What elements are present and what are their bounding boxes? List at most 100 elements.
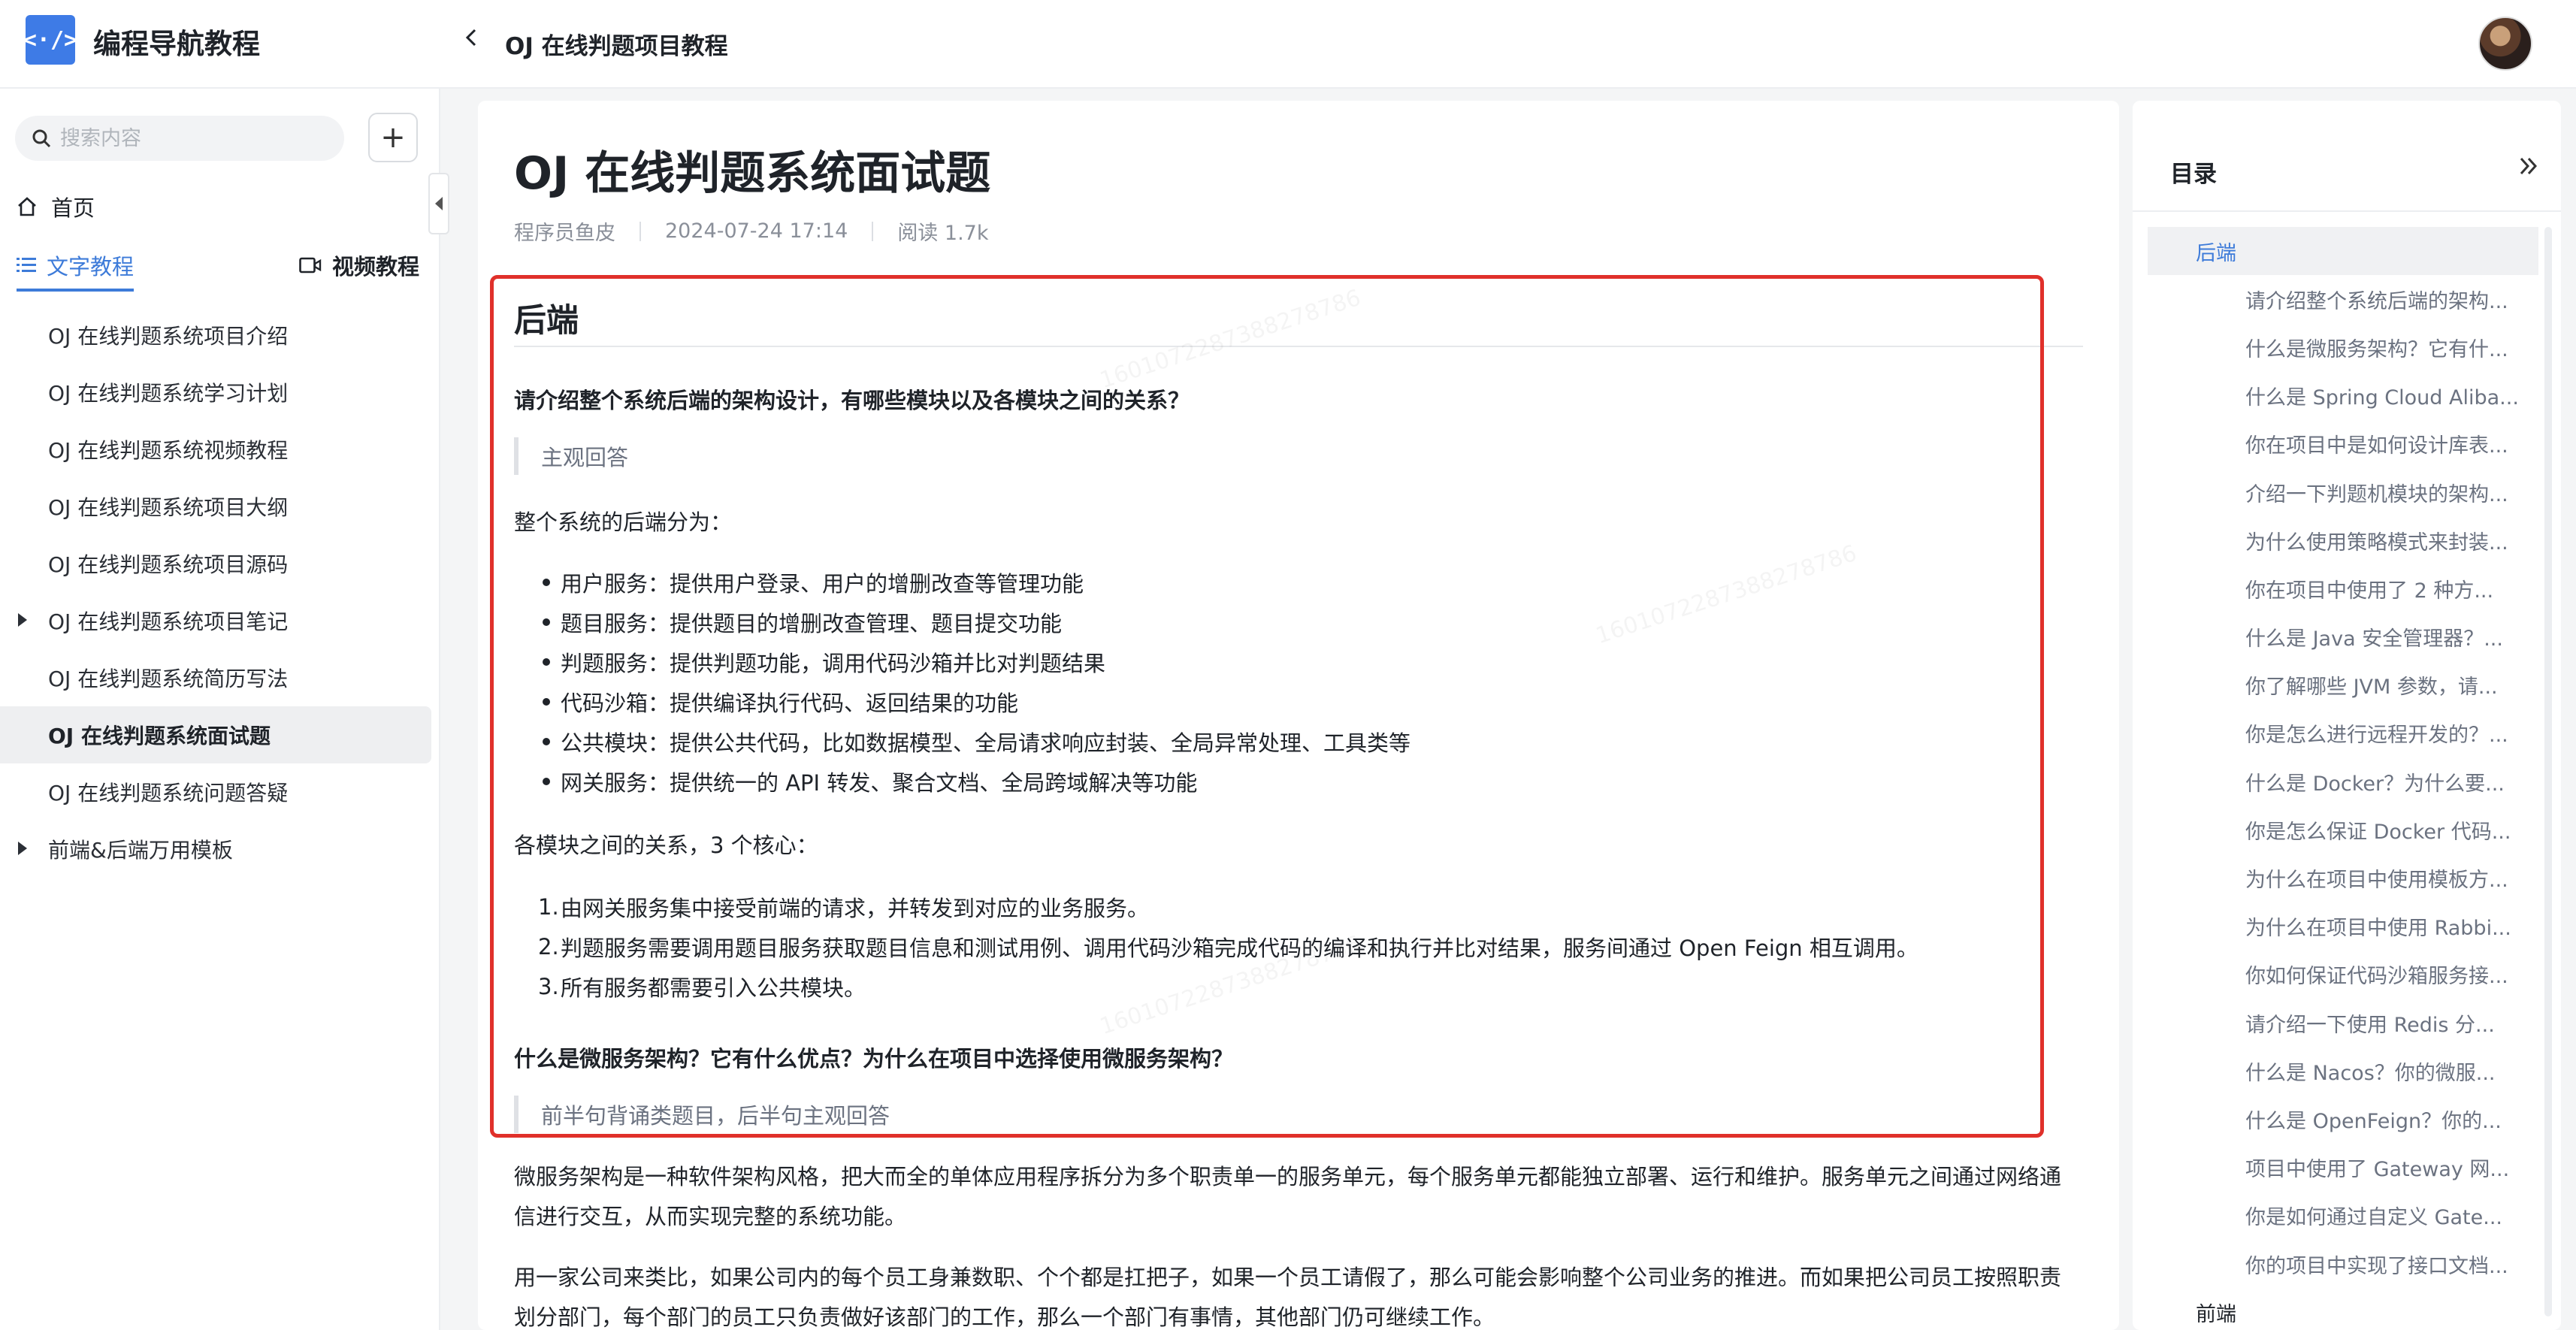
toc-item[interactable]: 什么是 Spring Cloud Aliba...	[2148, 372, 2538, 420]
toc-item[interactable]: 你的项目中实现了接口文档...	[2148, 1240, 2538, 1288]
search-box[interactable]	[15, 116, 344, 161]
avatar[interactable]	[2478, 17, 2532, 71]
paragraph: 用一家公司来类比，如果公司内的每个员工身兼数职、个个都是扛把子，如果一个员工请假…	[514, 1265, 2062, 1330]
tab-video-label: 视频教程	[331, 254, 419, 280]
divider	[514, 346, 2083, 347]
list-item: 用户服务：提供用户登录、用户的增删改查等管理功能	[542, 562, 1410, 602]
list-item-text: 由网关服务集中接受前端的请求，并转发到对应的业务服务。	[561, 895, 1150, 921]
caret-right-icon[interactable]	[18, 613, 27, 627]
toc-item[interactable]: 你在项目中是如何设计库表...	[2148, 420, 2538, 468]
toc-item[interactable]: 什么是 Java 安全管理器？...	[2148, 613, 2538, 661]
sidebar-item[interactable]: OJ 在线判题系统项目大纲	[0, 478, 431, 535]
sidebar: + 首页 文字教程 视频教程 OJ 在线判题系统项目介绍 OJ 在线判题系统学习…	[0, 89, 440, 1330]
sidebar-item-home[interactable]: 首页	[17, 191, 95, 222]
toc-item[interactable]: 你是如何通过自定义 Gate...	[2148, 1192, 2538, 1240]
add-button[interactable]: +	[368, 113, 418, 162]
toc-item[interactable]: 为什么使用策略模式来封装...	[2148, 516, 2538, 564]
list-item: 代码沙箱：提供编译执行代码、返回结果的功能	[542, 682, 1410, 721]
toc-item[interactable]: 前端	[2148, 1288, 2538, 1330]
paragraph: 各模块之间的关系，3 个核心：	[514, 833, 818, 858]
toc-item[interactable]: 项目中使用了 Gateway 网...	[2148, 1144, 2538, 1192]
sidebar-item[interactable]: OJ 在线判题系统项目介绍	[0, 307, 431, 364]
list-item-text: 判题服务需要调用题目服务获取题目信息和测试用例、调用代码沙箱完成代码的编译和执行…	[561, 935, 1918, 961]
list-item: 1. 由网关服务集中接受前端的请求，并转发到对应的业务服务。	[538, 887, 1918, 926]
sidebar-item-label: OJ 在线判题系统项目源码	[48, 552, 289, 577]
toc-item[interactable]: 什么是 OpenFeign？你的...	[2148, 1095, 2538, 1143]
watermark: 16010722873882787​86	[1096, 285, 1364, 394]
article-title: OJ 在线判题系统面试题	[514, 147, 991, 200]
sidebar-item-label: OJ 在线判题系统项目大纲	[48, 495, 289, 520]
sidebar-item[interactable]: OJ 在线判题系统问题答疑	[0, 763, 431, 821]
sidebar-nav: OJ 在线判题系统项目介绍 OJ 在线判题系统学习计划 OJ 在线判题系统视频教…	[0, 307, 431, 878]
sidebar-item-expandable[interactable]: OJ 在线判题系统项目笔记	[0, 592, 431, 649]
tab-text-tutorial[interactable]: 文字教程	[17, 249, 135, 292]
toc-item[interactable]: 什么是 Nacos？你的微服...	[2148, 1047, 2538, 1095]
list-item: 公共模块：提供公共代码，比如数据模型、全局请求响应封装、全局异常处理、工具类等	[542, 721, 1410, 761]
divider	[872, 221, 874, 241]
sidebar-item-active[interactable]: OJ 在线判题系统面试题	[0, 706, 431, 763]
sidebar-item-label: OJ 在线判题系统简历写法	[48, 667, 289, 691]
toc-item[interactable]: 为什么在项目中使用模板方...	[2148, 854, 2538, 902]
toc-item[interactable]: 介绍一下判题机模块的架构...	[2148, 468, 2538, 516]
back-button[interactable]	[457, 23, 487, 53]
toc-scrollbar[interactable]	[2544, 227, 2552, 1316]
search-input[interactable]	[60, 126, 331, 150]
sidebar-item[interactable]: OJ 在线判题系统项目源码	[0, 535, 431, 592]
toc-item[interactable]: 你了解哪些 JVM 参数，请...	[2148, 661, 2538, 709]
toc-item[interactable]: 为什么在项目中使用 Rabbi...	[2148, 902, 2538, 951]
sidebar-item-label: OJ 在线判题系统问题答疑	[48, 781, 289, 806]
toc-item[interactable]: 你是怎么保证 Docker 代码...	[2148, 806, 2538, 854]
paragraph: 微服务架构是一种软件架构风格，把大而全的单体应用程序拆分为多个职责单一的服务单元…	[514, 1164, 2062, 1229]
toc-item[interactable]: 后端	[2148, 227, 2538, 276]
watermark: 16010722873882787​86	[1592, 540, 1860, 649]
search-icon	[32, 129, 51, 148]
list-item: 2. 判题服务需要调用题目服务获取题目信息和测试用例、调用代码沙箱完成代码的编译和…	[538, 926, 1918, 966]
list-icon	[17, 258, 36, 272]
home-icon	[18, 197, 36, 216]
quote-text: 主观回答	[541, 445, 629, 470]
quote-text: 前半句背诵类题目，后半句主观回答	[541, 1103, 890, 1129]
article-author[interactable]: 程序员鱼皮	[514, 216, 615, 246]
video-icon	[299, 257, 322, 274]
tab-video-tutorial[interactable]: 视频教程	[299, 249, 419, 281]
sidebar-item[interactable]: OJ 在线判题系统学习计划	[0, 364, 431, 421]
toc-title: 目录	[2170, 161, 2217, 188]
sidebar-collapse-button[interactable]	[428, 173, 449, 234]
toc-item[interactable]: 你是怎么进行远程开发的？...	[2148, 709, 2538, 757]
caret-right-icon[interactable]	[18, 842, 27, 855]
toc-item[interactable]: 你如何保证代码沙箱服务接...	[2148, 951, 2538, 999]
sidebar-item-label: OJ 在线判题系统项目笔记	[48, 609, 289, 634]
list-item: 网关服务：提供统一的 API 转发、聚合文档、全局跨域解决等功能	[542, 761, 1410, 801]
toc-item[interactable]: 请介绍一下使用 Redis 分...	[2148, 999, 2538, 1047]
toc-item[interactable]: 什么是微服务架构？它有什...	[2148, 323, 2538, 371]
blockquote: 前半句背诵类题目，后半句主观回答	[514, 1096, 890, 1133]
divider	[2133, 210, 2561, 212]
question-heading: 什么是微服务架构？它有什么优点？为什么在项目中选择使用微服务架构？	[514, 1046, 1234, 1072]
article-card: OJ 在线判题系统面试题 程序员鱼皮 2024-07-24 17:14 阅读 1…	[478, 101, 2119, 1330]
toc-list: 后端 请介绍整个系统后端的架构... 什么是微服务架构？它有什... 什么是 S…	[2148, 227, 2538, 1330]
home-label: 首页	[51, 195, 95, 221]
list-item: 题目服务：提供题目的增删改查管理、题目提交功能	[542, 602, 1410, 642]
sidebar-item[interactable]: OJ 在线判题系统简历写法	[0, 649, 431, 706]
toc-item[interactable]: 你在项目中使用了 2 种方...	[2148, 564, 2538, 612]
list-item-text: 所有服务都需要引入公共模块。	[561, 975, 866, 1001]
logo-icon[interactable]: <·/>	[23, 15, 77, 65]
toc-item[interactable]: 请介绍整个系统后端的架构...	[2148, 275, 2538, 323]
sidebar-item-label: OJ 在线判题系统学习计划	[48, 381, 289, 406]
sidebar-item-label: OJ 在线判题系统项目介绍	[48, 324, 289, 349]
article-date: 2024-07-24 17:14	[665, 219, 848, 243]
sidebar-item-label: OJ 在线判题系统面试题	[48, 724, 271, 748]
divider	[639, 221, 641, 241]
toc-item[interactable]: 什么是 Docker？为什么要...	[2148, 757, 2538, 806]
double-chevron-right-icon[interactable]	[2517, 153, 2540, 184]
relations-list: 1. 由网关服务集中接受前端的请求，并转发到对应的业务服务。 2. 判题服务需要调用…	[538, 887, 1918, 1006]
services-list: 用户服务：提供用户登录、用户的增删改查等管理功能 题目服务：提供题目的增删改查管…	[542, 562, 1410, 801]
tutorial-tabs: 文字教程 视频教程	[17, 249, 419, 292]
sidebar-item-expandable[interactable]: 前端&后端万用模板	[0, 821, 431, 878]
sidebar-item-label: 前端&后端万用模板	[48, 838, 233, 863]
sidebar-item[interactable]: OJ 在线判题系统视频教程	[0, 421, 431, 478]
list-item: 3. 所有服务都需要引入公共模块。	[538, 966, 1918, 1006]
brand-title[interactable]: 编程导航教程	[93, 21, 260, 62]
table-of-contents: 目录 后端 请介绍整个系统后端的架构... 什么是微服务架构？它有什... 什么…	[2133, 101, 2561, 1330]
article-reads: 阅读 1.7k	[897, 222, 989, 245]
